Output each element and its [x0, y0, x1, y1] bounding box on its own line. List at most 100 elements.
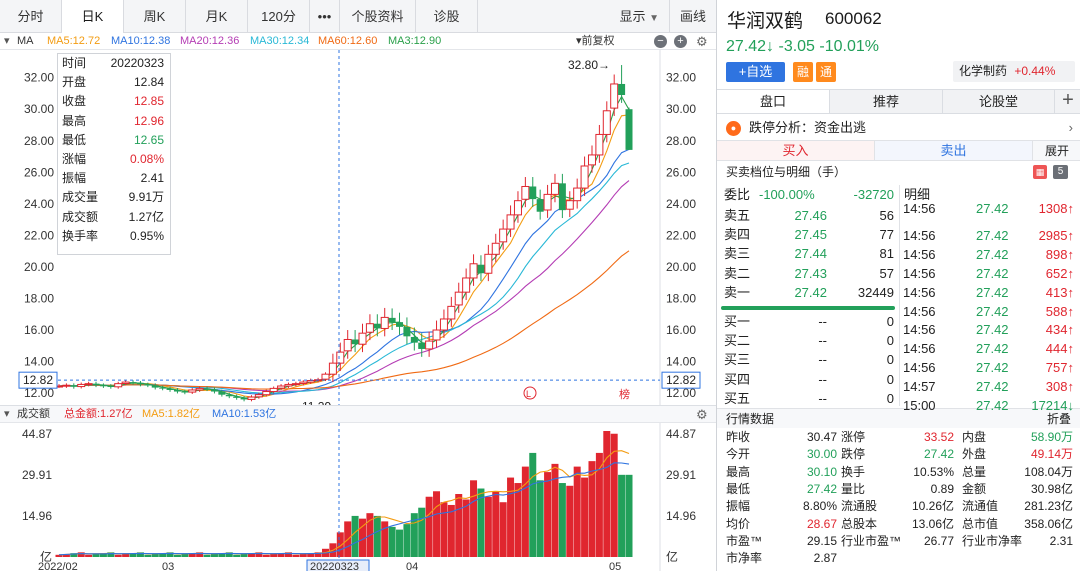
candle[interactable]: [454, 282, 463, 313]
trade-detail-row[interactable]: 14:56 27.42 588↑: [899, 302, 1080, 321]
volume-bar[interactable]: [470, 480, 478, 557]
volume-gear-icon[interactable]: ⚙: [696, 406, 708, 423]
volume-bar[interactable]: [151, 553, 159, 557]
bid-level-row[interactable]: 买一 -- 0: [717, 312, 897, 331]
ask-level-row[interactable]: 卖三 27.44 81: [717, 244, 897, 263]
trade-detail-row[interactable]: 14:56 27.42 898↑: [899, 245, 1080, 264]
candle[interactable]: [77, 382, 86, 389]
industry-tag[interactable]: 化学制药 +0.44%: [953, 61, 1075, 82]
candle[interactable]: [247, 395, 256, 402]
candle[interactable]: [513, 191, 522, 223]
candle[interactable]: [573, 178, 582, 209]
candle[interactable]: [565, 191, 574, 218]
candle[interactable]: [491, 233, 500, 263]
minus-icon[interactable]: −: [654, 35, 667, 48]
candle[interactable]: [396, 312, 404, 335]
candle[interactable]: [587, 145, 596, 173]
volume-bar[interactable]: [521, 466, 529, 557]
candle[interactable]: [365, 314, 374, 341]
draw-line-button[interactable]: 画线: [668, 0, 716, 33]
expand-trade-button[interactable]: 展开: [1033, 141, 1080, 160]
candle[interactable]: [351, 330, 359, 353]
candle[interactable]: [618, 65, 626, 103]
volume-bar[interactable]: [181, 553, 189, 557]
volume-bar[interactable]: [440, 502, 448, 557]
candle[interactable]: [529, 177, 537, 207]
candle[interactable]: [136, 380, 144, 387]
volume-bar[interactable]: [484, 496, 492, 557]
level2-icon[interactable]: ▦: [1033, 165, 1047, 179]
trade-detail-row[interactable]: 14:57 27.42 308↑: [899, 377, 1080, 396]
display-menu-button[interactable]: 显示 ▼: [609, 0, 669, 33]
volume-bar[interactable]: [425, 496, 433, 557]
ma-collapse-icon[interactable]: ▾: [4, 33, 10, 50]
volume-bar[interactable]: [240, 553, 248, 557]
ask-level-row[interactable]: 卖四 27.45 77: [717, 225, 897, 244]
volume-bar[interactable]: [336, 532, 344, 557]
candle[interactable]: [70, 383, 78, 389]
tab-diagnosis[interactable]: 诊股: [416, 0, 478, 33]
volume-bar[interactable]: [351, 515, 359, 557]
volume-bar[interactable]: [433, 491, 441, 557]
trade-detail-row[interactable]: 14:56 27.42 652↑: [899, 264, 1080, 283]
volume-bar[interactable]: [270, 553, 278, 557]
volume-bar[interactable]: [210, 553, 218, 557]
candle[interactable]: [602, 101, 611, 143]
bid-level-row[interactable]: 买四 -- 0: [717, 370, 897, 389]
vol-collapse-icon[interactable]: ▾: [4, 406, 10, 423]
volume-bar[interactable]: [447, 504, 455, 557]
ask-level-row[interactable]: 卖二 27.43 57: [717, 264, 897, 283]
volume-bar[interactable]: [203, 554, 211, 557]
tab-forum[interactable]: 论股堂: [943, 90, 1055, 113]
candle[interactable]: [462, 268, 471, 301]
plus-icon[interactable]: +: [674, 35, 687, 48]
candle[interactable]: [425, 331, 434, 357]
trade-detail-row[interactable]: 14:56 27.42 444↑: [899, 339, 1080, 358]
candle[interactable]: [432, 320, 441, 348]
tab-stock-profile[interactable]: 个股资料: [340, 0, 416, 33]
candle[interactable]: [92, 381, 100, 388]
bid-level-row[interactable]: 买二 -- 0: [717, 331, 897, 350]
volume-bar[interactable]: [173, 554, 181, 557]
bid-level-row[interactable]: 买三 -- 0: [717, 350, 897, 369]
candle[interactable]: [625, 107, 633, 150]
candle[interactable]: [380, 307, 389, 337]
volume-bar[interactable]: [144, 554, 152, 557]
volume-bar[interactable]: [92, 553, 100, 557]
tab-120min[interactable]: 120分: [248, 0, 310, 33]
candle[interactable]: [558, 173, 566, 219]
tab-weekly-k[interactable]: 周K: [124, 0, 186, 33]
tab-daily-k[interactable]: 日K: [62, 0, 124, 33]
volume-bar[interactable]: [77, 552, 85, 557]
volume-bar[interactable]: [581, 477, 589, 557]
volume-bar[interactable]: [373, 515, 381, 557]
candle[interactable]: [403, 317, 411, 345]
volume-bar[interactable]: [122, 553, 130, 557]
candle[interactable]: [62, 383, 71, 388]
trade-detail-row[interactable]: 14:56 27.42 434↑: [899, 320, 1080, 339]
adjust-menu-button[interactable]: ▾ 前复权: [576, 33, 615, 50]
volume-bar[interactable]: [396, 529, 404, 557]
volume-bar[interactable]: [492, 491, 500, 557]
volume-bar[interactable]: [499, 502, 507, 557]
buy-button[interactable]: 买入: [717, 141, 875, 160]
connect-badge[interactable]: 通: [816, 62, 836, 82]
volume-bar[interactable]: [462, 499, 470, 557]
volume-bar[interactable]: [233, 554, 241, 557]
volume-bar[interactable]: [610, 433, 618, 557]
volume-bar[interactable]: [381, 521, 389, 557]
volume-bar[interactable]: [514, 483, 522, 557]
candle[interactable]: [99, 383, 107, 388]
volume-bar[interactable]: [536, 480, 544, 557]
volume-bar[interactable]: [455, 494, 463, 557]
ask-level-row[interactable]: 卖五 27.46 56: [717, 206, 897, 225]
candle[interactable]: [536, 189, 544, 220]
ask-level-row[interactable]: 卖一 27.42 32449: [717, 283, 897, 302]
volume-chart[interactable]: 44.87 44.8729.91 29.9114.96 14.96亿 亿2022/02 0…: [0, 423, 716, 571]
trade-detail-row[interactable]: 14:56 27.42 413↑: [899, 283, 1080, 302]
volume-bar[interactable]: [618, 474, 626, 557]
volume-bar[interactable]: [558, 483, 566, 557]
volume-bar[interactable]: [262, 554, 270, 557]
volume-bar[interactable]: [625, 474, 633, 557]
candle[interactable]: [477, 255, 485, 282]
